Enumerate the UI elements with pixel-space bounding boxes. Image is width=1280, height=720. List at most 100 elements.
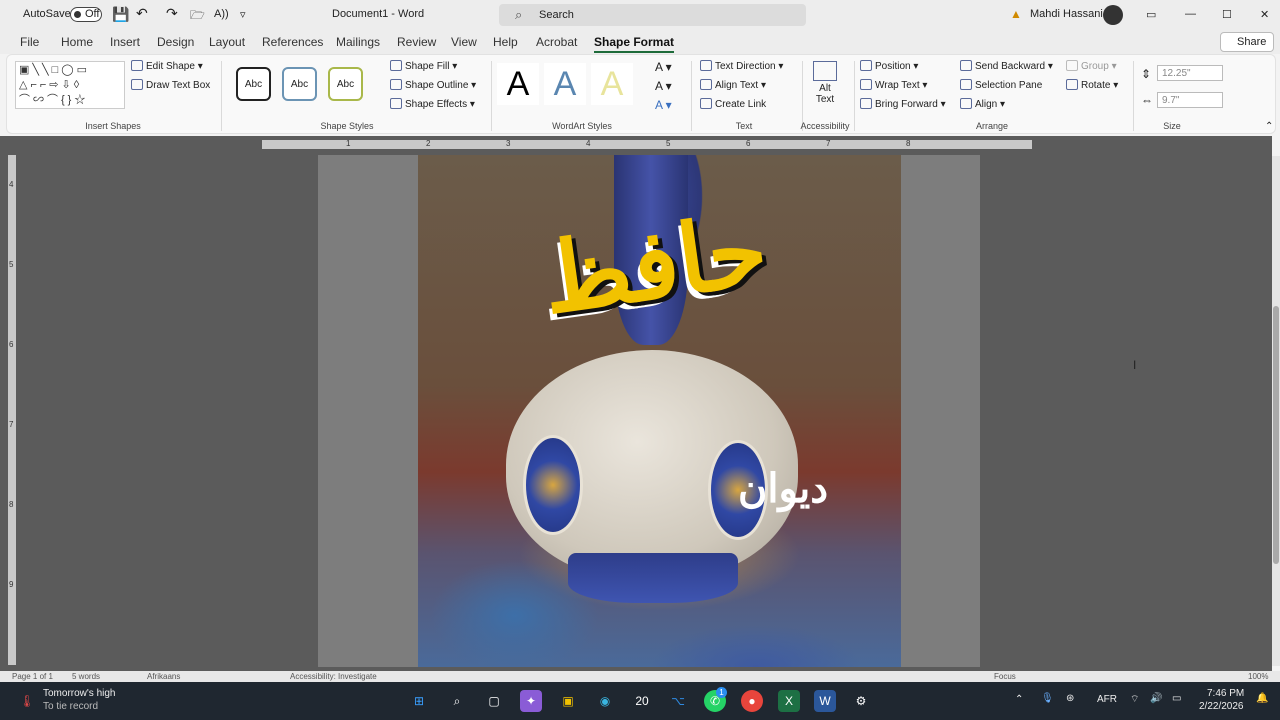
clock-date[interactable]: 2/22/2026 [1199,701,1244,712]
tab-file[interactable]: File [20,35,39,49]
tab-design[interactable]: Design [157,35,194,49]
shape-style-2[interactable]: Abc [282,67,317,101]
tab-acrobat[interactable]: Acrobat [536,35,577,49]
rotate-button[interactable]: Rotate ▾ [1066,79,1118,91]
show-hidden-icons[interactable]: ⌃ [1015,694,1023,705]
scrollbar-thumb[interactable] [1273,306,1279,564]
shape-width-field[interactable]: 9.7" [1157,92,1223,108]
tab-references[interactable]: References [262,35,323,49]
align-text-button[interactable]: Align Text ▾ [700,79,766,91]
zoom-level[interactable]: 100% [1248,672,1268,681]
ruler-mark: 5 [666,139,671,148]
tab-mailings[interactable]: Mailings [336,35,380,49]
bring-forward-button[interactable]: Bring Forward ▾ [860,98,946,110]
rotate-icon [1066,79,1078,90]
text-effects-icon[interactable]: A ▾ [655,98,672,112]
save-icon[interactable]: 💾 [112,6,129,23]
position-button[interactable]: Position ▾ [860,60,918,72]
group-button[interactable]: Group ▾ [1066,60,1117,72]
avatar[interactable] [1103,5,1123,25]
tab-review[interactable]: Review [397,35,436,49]
wordart-style-3[interactable]: A [591,63,633,105]
vertical-ruler[interactable]: 4 5 6 7 8 9 [8,155,16,665]
calligraphy-divan[interactable]: دیوان [738,465,828,512]
shape-style-1[interactable]: Abc [236,67,271,101]
shape-outline-button[interactable]: Shape Outline ▾ [390,79,476,91]
calendar-widget-icon[interactable]: 20 [631,690,653,712]
align-button[interactable]: Align ▾ [960,98,1005,110]
redo-icon[interactable]: ↷ [166,5,178,22]
battery-icon[interactable]: ▭ [1172,693,1181,704]
input-language[interactable]: AFR [1097,694,1117,705]
notifications-icon[interactable]: 🔔 [1256,693,1268,704]
warning-icon[interactable]: ▲ [1010,7,1022,21]
chrome-icon[interactable]: ● [741,690,763,712]
tab-insert[interactable]: Insert [110,35,140,49]
horizontal-ruler[interactable]: 1 2 3 4 5 6 7 8 [262,139,1032,149]
weather-title[interactable]: Tomorrow's high [43,688,116,699]
language-status[interactable]: Afrikaans [147,672,180,681]
undo-icon[interactable]: ↶ [136,5,148,22]
wordart-style-1[interactable]: A [497,63,539,105]
accessibility-status[interactable]: Accessibility: Investigate [290,672,377,681]
minimize-icon[interactable]: — [1185,8,1196,20]
store-icon[interactable]: ▣ [557,690,579,712]
create-link-button[interactable]: Create Link [700,98,766,110]
windows-start-icon[interactable]: ⊞ [408,690,430,712]
excel-icon[interactable]: X [778,690,800,712]
copilot-icon[interactable]: ✦ [520,690,542,712]
word-icon[interactable]: W [814,690,836,712]
ribbon-display-icon[interactable]: ▭ [1146,8,1156,21]
edge-icon[interactable]: ◉ [594,690,616,712]
page-count[interactable]: Page 1 of 1 [12,672,53,681]
clock-time[interactable]: 7:46 PM [1207,688,1244,699]
word-count[interactable]: 5 words [72,672,100,681]
microphone-icon[interactable]: 🎙 [1041,693,1054,704]
thermometer-icon[interactable]: 🌡 [16,690,38,712]
read-aloud-icon[interactable]: A)) [214,8,229,20]
search-icon[interactable]: ⌕ [446,690,468,712]
open-folder-icon[interactable]: 🗁 [190,6,205,27]
maximize-icon[interactable]: ☐ [1222,8,1232,21]
network-status-icon[interactable]: ⊛ [1066,693,1074,704]
shape-fill-button[interactable]: Shape Fill ▾ [390,60,457,72]
volume-icon[interactable]: 🔊 [1150,693,1162,704]
recording-app-icon[interactable]: ⚙ [850,690,872,712]
shape-style-3[interactable]: Abc [328,67,363,101]
draw-text-box-button[interactable]: Draw Text Box [131,79,210,91]
text-direction-button[interactable]: Text Direction ▾ [700,60,783,72]
focus-button[interactable]: Focus [994,672,1016,681]
vase-picture[interactable]: حافظ دیوان [418,155,901,667]
tab-view[interactable]: View [451,35,477,49]
shape-height-field[interactable]: 12.25" [1157,65,1223,81]
selection-pane-button[interactable]: Selection Pane [960,79,1042,91]
send-backward-button[interactable]: Send Backward ▾ [960,60,1053,72]
alt-text-button[interactable]: Alt Text [811,61,839,105]
shapes-gallery[interactable]: ▣╲╲□◯▭ △⌐⌐⇨⇩◊ ⌒∽⌒{}☆ [15,61,125,109]
shape-effects-button[interactable]: Shape Effects ▾ [390,98,475,110]
weather-subtitle[interactable]: To tie record [43,701,98,712]
customize-qat-icon[interactable]: ▿ [240,8,246,21]
tab-help[interactable]: Help [493,35,518,49]
share-button[interactable]: Share [1220,32,1274,52]
vscode-icon[interactable]: ⌥ [667,690,689,712]
calligraphy-hafez[interactable]: حافظ [535,193,795,479]
text-outline-icon[interactable]: A ▾ [655,79,672,93]
wordart-style-2[interactable]: A [544,63,586,105]
collapse-ribbon-icon[interactable]: ⌃ [1265,121,1273,132]
user-name[interactable]: Mahdi Hassani [1030,8,1103,20]
wrap-text-button[interactable]: Wrap Text ▾ [860,79,927,91]
search-box[interactable]: ⌕ Search [499,4,806,26]
tab-home[interactable]: Home [61,35,93,49]
tab-shape-format[interactable]: Shape Format [594,35,675,53]
ribbon-tabs: File Home Insert Design Layout Reference… [0,30,1280,54]
wifi-icon[interactable]: ⌔ [1130,693,1139,706]
autosave-toggle[interactable]: Off [70,7,102,22]
task-view-icon[interactable]: ▢ [483,690,505,712]
ruler-mark: 9 [9,580,14,589]
ruler-mark: 2 [426,139,431,148]
close-icon[interactable]: ✕ [1260,8,1269,21]
text-fill-icon[interactable]: A ▾ [655,60,672,74]
edit-shape-button[interactable]: Edit Shape ▾ [131,60,203,72]
tab-layout[interactable]: Layout [209,35,245,49]
